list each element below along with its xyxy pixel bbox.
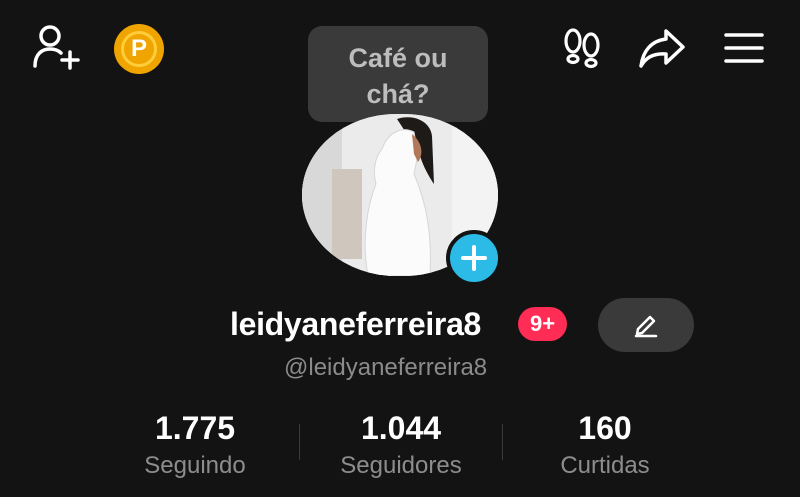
plus-icon	[461, 245, 487, 271]
hamburger-menu-icon	[724, 33, 764, 63]
stat-likes[interactable]: 160 Curtidas	[540, 406, 670, 482]
tooltip-line-1: Café ou	[348, 43, 448, 73]
share-arrow-icon	[639, 29, 685, 68]
coin-icon: P	[121, 31, 157, 67]
stat-value: 1.044	[360, 410, 442, 446]
menu-button[interactable]	[718, 24, 770, 72]
stat-following[interactable]: 1.775 Seguindo	[130, 406, 260, 482]
edit-profile-button[interactable]	[598, 298, 694, 352]
stat-label: Seguindo	[144, 452, 246, 479]
share-profile-button[interactable]	[634, 24, 690, 72]
profile-visitors-button[interactable]	[556, 24, 608, 72]
profile-username: leidyaneferreira8	[230, 306, 482, 342]
person-add-icon	[33, 25, 80, 70]
stat-divider	[502, 424, 503, 460]
tooltip-line-2: chá?	[366, 79, 430, 109]
coins-button[interactable]: P	[114, 24, 164, 74]
stat-label: Seguidores	[340, 452, 462, 479]
stat-followers[interactable]: 1.044 Seguidores	[326, 406, 476, 482]
pencil-icon	[634, 315, 658, 338]
footprints-icon	[564, 28, 600, 69]
stat-value: 1.775	[154, 410, 236, 446]
stat-label: Curtidas	[560, 452, 650, 479]
status-tooltip[interactable]: Café ou chá?	[308, 26, 488, 122]
profile-handle: @leidyaneferreira8	[284, 354, 488, 381]
add-friend-button[interactable]	[28, 20, 84, 72]
notification-badge[interactable]: 9+	[518, 307, 568, 341]
add-avatar-button[interactable]	[446, 230, 502, 286]
stat-value: 160	[578, 410, 632, 446]
stat-divider	[299, 424, 300, 460]
